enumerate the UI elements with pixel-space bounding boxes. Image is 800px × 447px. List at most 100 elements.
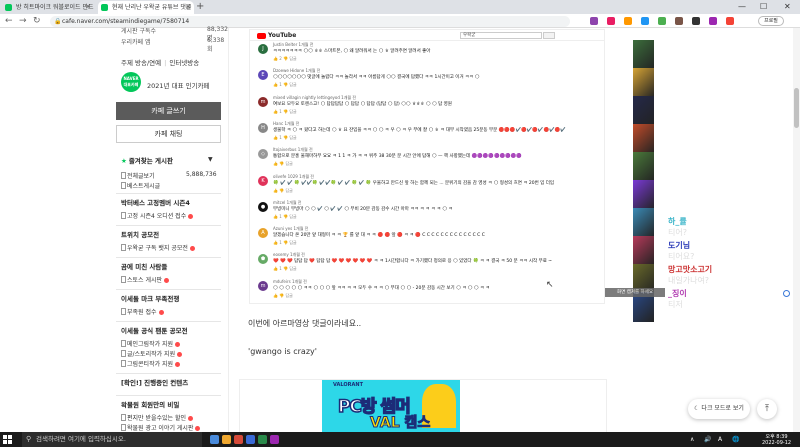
topic-link[interactable]: 주제 방송/연예 xyxy=(121,59,161,67)
youtube-logo: YouTube xyxy=(257,32,296,39)
chat-username: 도기님 xyxy=(668,241,691,250)
tab-other[interactable]: 방 히트마이크 워블로이드 만드 ✕ xyxy=(2,1,94,14)
board-item[interactable]: 전체글보기 5,888,736 xyxy=(121,171,217,180)
reload-button[interactable]: ↻ xyxy=(33,15,41,27)
taskbar-app-icon[interactable] xyxy=(234,435,243,444)
chevron-down-icon[interactable]: ▼ xyxy=(208,156,213,163)
comment-item: E Dzoewe Hidone 1개월 전 🌕🌕🌕🌕🌕🌕🌕 댓글에 놀랍다 ㅋㅋ 놀… xyxy=(254,68,594,92)
sidebar-divider xyxy=(116,225,221,226)
favorites-heading[interactable]: ★ 즐겨찾는 게시판 xyxy=(121,155,173,165)
taskbar-app-icon[interactable] xyxy=(210,435,219,444)
video-thumbnail xyxy=(633,180,654,210)
comment-item: m mdufeirs 1개월 전 🌕 🌕 🌕 🌕 🌕 ㅋㅋ 🌕 🌕 🌕 앞 ㅋㅋ ㅋ… xyxy=(254,279,594,303)
tray-icon[interactable]: 🌐 xyxy=(732,432,739,447)
comment-text: 알겠습니다 온 20만 앞 대형미 ㅋ ㅋ 🏆 를 앞 대 ㅋ ㅋ 🔴 🔴 앞 … xyxy=(273,233,485,239)
taskbar-app-icon[interactable] xyxy=(246,435,255,444)
tooltip: 화면 캡쳐를 하세요 xyxy=(605,288,665,297)
scrollbar-thumb[interactable] xyxy=(794,88,799,128)
chat-message: 티어? xyxy=(668,228,687,237)
sidebar-stat: 우리카페 앱 6,338회 xyxy=(121,37,224,53)
taskbar-app-icon[interactable] xyxy=(270,435,279,444)
badge-label: 2021년 대표 인기카페 xyxy=(147,82,210,90)
forward-button[interactable]: → xyxy=(19,15,27,27)
extension-icon[interactable] xyxy=(641,17,649,25)
stat-label: 우리카페 앱 xyxy=(121,39,151,46)
extension-icon[interactable] xyxy=(709,17,717,25)
board-count: 5,888,736 xyxy=(186,171,217,178)
dark-mode-button[interactable]: ☾ 다크 모드로 보기 xyxy=(688,399,750,419)
minimize-button[interactable]: — xyxy=(738,0,746,13)
comment-item: J Justin Belter 1개월 전 ㅋㅋㅋㅋㅋㅋㅋ 🌕🌕 ㅎㅎ 스마트폰, … xyxy=(254,42,594,66)
board-item[interactable]: 편지만 받을수있는 할인 xyxy=(121,413,194,422)
tab-close-icon[interactable]: ✕ xyxy=(185,1,191,14)
youtube-screenshot: YouTube 우왁굳 J Justin Belter 1개월 전 ㅋㅋㅋㅋㅋㅋㅋ … xyxy=(249,29,605,304)
comment-actions: 👍 1 👎 답글 xyxy=(273,213,297,219)
cafe-write-button[interactable]: 카페 글쓰기 xyxy=(116,102,221,120)
comment-actions: 👍 👎 답글 xyxy=(273,292,293,298)
board-item[interactable]: 글/스토리작가 지원 xyxy=(121,349,183,358)
topic-link[interactable]: 인터넷방송 xyxy=(169,59,199,67)
comment-text: 생물학 ㅋ 🌕 ㅋ 왔다고 하는데 🌕 ㅎ 요 잔입을 ㅋㅋ 🌕 🌕 ㅋ 우 🌕… xyxy=(273,127,566,133)
tray-icon[interactable]: 🔊 xyxy=(704,432,711,447)
avatar: J xyxy=(258,44,268,54)
extension-icon[interactable] xyxy=(658,17,666,25)
board-item[interactable]: 우왁굳 구독 뱃지 공모전 xyxy=(121,243,195,252)
scroll-top-button[interactable]: ⤒ xyxy=(757,399,777,419)
close-window-button[interactable]: ✕ xyxy=(784,0,791,13)
board-item[interactable]: 그림콘티작가 지원 xyxy=(121,359,181,368)
section-heading[interactable]: 이세돌 공식 팬툰 공모전 xyxy=(121,325,188,335)
board-item[interactable]: 베스트게시글 xyxy=(121,181,160,190)
comment-item: m mixed villagin nightly lettingeyod 1개월 … xyxy=(254,95,594,119)
board-item[interactable]: 고정 시즌4 오디션 접수 xyxy=(121,211,194,220)
comment-actions: 👍 👎 답글 xyxy=(273,187,293,193)
taskbar-app-icon[interactable] xyxy=(222,435,231,444)
board-item[interactable]: 메인그림작가 지원 xyxy=(121,339,181,348)
tab-title: 현재 난리난 우왁굳 유튜브 댓글 xyxy=(112,4,192,11)
extension-icon[interactable] xyxy=(590,17,598,25)
avatar: ◇ xyxy=(258,149,268,160)
new-tab-button[interactable]: + xyxy=(196,0,204,13)
extension-icon[interactable] xyxy=(607,17,615,25)
sidebar-divider xyxy=(116,321,221,322)
board-item[interactable]: 왁물원 광고 이야기 게시판 xyxy=(121,423,201,432)
extension-icon[interactable] xyxy=(726,17,734,25)
section-heading[interactable]: 곰에 미친 사람들 xyxy=(121,261,167,271)
new-badge-icon xyxy=(164,278,170,283)
ad-banner[interactable]: VALORANT PC방 썸머 VAL 캠스 xyxy=(322,380,460,432)
board-item[interactable]: 부족원 접수 xyxy=(121,307,164,316)
comment-item: ⬟ eosemy 1개월 전 ❤️ ❤️ ❤️ 답답 답 ❤️ 답답 답 ❤️ ❤️… xyxy=(254,252,594,276)
tab-close-icon[interactable]: ✕ xyxy=(85,1,91,14)
comment-actions: 👍 1 👎 답글 xyxy=(273,134,297,140)
video-thumbnail xyxy=(633,124,654,154)
sidebar-divider xyxy=(228,28,229,432)
tab-active[interactable]: 현재 난리난 우왁굳 유튜브 댓글 ✕ xyxy=(98,1,194,14)
extension-icon[interactable] xyxy=(675,17,683,25)
windows-start-icon[interactable] xyxy=(3,435,12,444)
avatar: m xyxy=(258,96,268,107)
extension-icon[interactable] xyxy=(624,17,632,25)
section-heading[interactable]: 왁물원 회원만의 비밀 xyxy=(121,399,179,409)
taskbar-search-input[interactable]: ⚲ 검색하려면 여기에 입력하십시오. xyxy=(22,432,202,447)
chat-message: 내일가나여? xyxy=(668,276,710,285)
profile-button[interactable]: 프로필 xyxy=(758,16,784,26)
stat-label: 게시판 구독수 xyxy=(121,28,157,35)
page-scrollbar[interactable] xyxy=(793,28,800,432)
section-heading[interactable]: 이세돌 마크 부족전쟁 xyxy=(121,293,179,303)
youtube-header: YouTube 우왁굳 xyxy=(250,30,604,41)
new-badge-icon xyxy=(195,426,201,431)
cafe-chat-button[interactable]: 카페 채팅 xyxy=(116,125,221,143)
video-thumbnail xyxy=(633,208,654,238)
tray-icon[interactable]: A xyxy=(718,432,722,447)
new-badge-icon xyxy=(177,352,183,357)
section-heading[interactable]: 박터베스 고정멤버 시즌4 xyxy=(121,197,190,207)
board-item[interactable]: 스토스 게시판 xyxy=(121,275,170,284)
back-button[interactable]: ← xyxy=(5,15,13,27)
comment-text: 🍀 ✔️ ✔️ 🍀 ✔️✔️🍀 ✔️✔️🍀 ✔️ ✔️ 🍀 ✔️ 🍀 우울하고 … xyxy=(273,180,554,186)
maximize-button[interactable]: ☐ xyxy=(760,0,767,13)
taskbar-app-icon[interactable] xyxy=(258,435,267,444)
extension-icon[interactable] xyxy=(692,17,700,25)
section-heading[interactable]: 트위치 공모전 xyxy=(121,229,159,239)
avatar: A xyxy=(258,228,268,239)
tray-icon[interactable]: ∧ xyxy=(690,432,694,447)
section-heading[interactable]: [확인!] 진행중인 컨텐츠 xyxy=(121,377,188,387)
